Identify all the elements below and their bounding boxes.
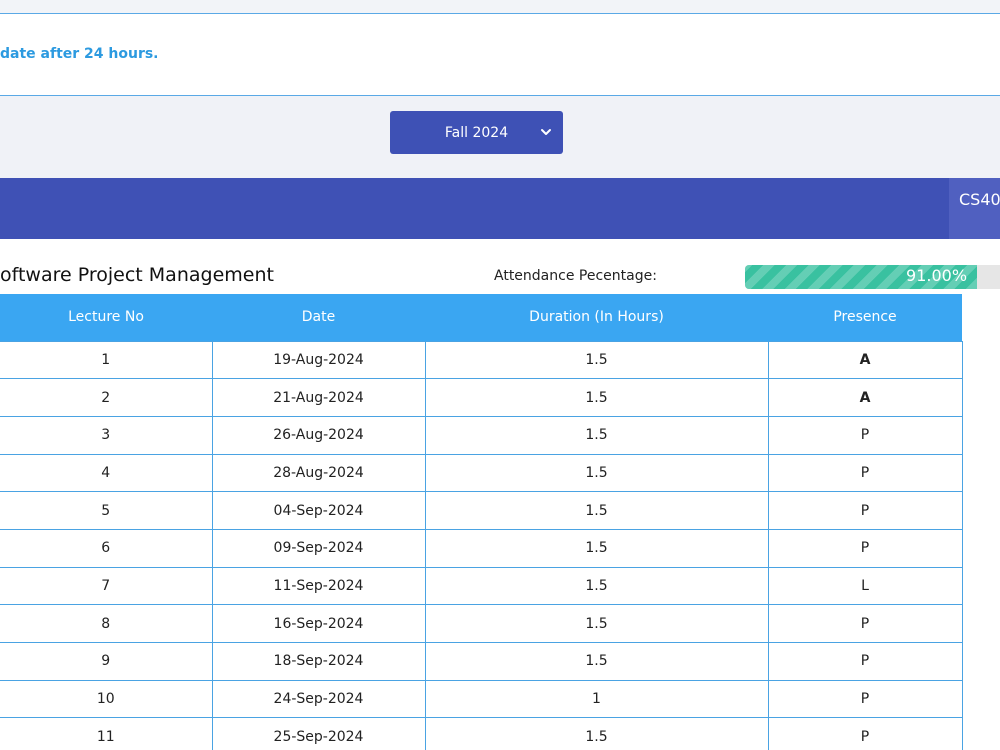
presence-cell: P bbox=[767, 528, 963, 568]
presence-cell: P bbox=[767, 491, 963, 530]
duration-cell: 1.5 bbox=[424, 491, 769, 530]
header-lecture-no: Lecture No bbox=[0, 294, 212, 341]
lecture-no-cell: 10 bbox=[0, 679, 213, 719]
date-cell: 28-Aug-2024 bbox=[211, 453, 426, 493]
duration-cell: 1.5 bbox=[424, 642, 769, 681]
date-cell: 24-Sep-2024 bbox=[211, 679, 426, 719]
date-cell: 25-Sep-2024 bbox=[211, 717, 426, 750]
course-title: oftware Project Management bbox=[0, 264, 274, 286]
presence-cell: P bbox=[767, 717, 963, 750]
duration-cell: 1 bbox=[424, 679, 769, 719]
attendance-label: Attendance Pecentage: bbox=[494, 268, 657, 284]
presence-cell: P bbox=[767, 679, 963, 719]
course-header: CS40 bbox=[0, 178, 1000, 239]
duration-cell: 1.5 bbox=[424, 528, 769, 568]
table-body: 1 19-Aug-2024 1.5 A 2 21-Aug-2024 1.5 A 3 26-Aug-… bbox=[0, 340, 963, 750]
table-row: 11 25-Sep-2024 1.5 P bbox=[0, 717, 963, 750]
duration-cell: 1.5 bbox=[424, 340, 769, 380]
semester-selected-value: Fall 2024 bbox=[444, 124, 509, 141]
duration-cell: 1.5 bbox=[424, 566, 769, 606]
table-row: 5 04-Sep-2024 1.5 P bbox=[0, 491, 963, 530]
attendance-percentage: 91.00% bbox=[906, 266, 968, 285]
presence-cell: P bbox=[767, 604, 963, 643]
table-row: 6 09-Sep-2024 1.5 P bbox=[0, 528, 963, 568]
lecture-no-cell: 6 bbox=[0, 528, 213, 568]
header-presence: Presence bbox=[768, 294, 962, 341]
notice-panel: date after 24 hours. bbox=[0, 14, 1000, 96]
table-row: 3 26-Aug-2024 1.5 P bbox=[0, 415, 963, 455]
attendance-progress-bar: 91.00% bbox=[745, 265, 1000, 289]
date-cell: 18-Sep-2024 bbox=[211, 642, 426, 681]
table-row: 2 21-Aug-2024 1.5 A bbox=[0, 378, 963, 417]
table-row: 8 16-Sep-2024 1.5 P bbox=[0, 604, 963, 643]
presence-cell: L bbox=[767, 566, 963, 606]
presence-cell: P bbox=[767, 415, 963, 455]
lecture-no-cell: 9 bbox=[0, 642, 213, 681]
lecture-no-cell: 2 bbox=[0, 378, 213, 417]
lecture-no-cell: 3 bbox=[0, 415, 213, 455]
duration-cell: 1.5 bbox=[424, 717, 769, 750]
date-cell: 19-Aug-2024 bbox=[211, 340, 426, 380]
lecture-no-cell: 1 bbox=[0, 340, 213, 380]
lecture-no-cell: 8 bbox=[0, 604, 213, 643]
duration-cell: 1.5 bbox=[424, 415, 769, 455]
notice-text: date after 24 hours. bbox=[0, 46, 159, 62]
table-row: 4 28-Aug-2024 1.5 P bbox=[0, 453, 963, 493]
duration-cell: 1.5 bbox=[424, 604, 769, 643]
top-strip bbox=[0, 0, 1000, 14]
lecture-no-cell: 11 bbox=[0, 717, 213, 750]
date-cell: 26-Aug-2024 bbox=[211, 415, 426, 455]
table-row: 10 24-Sep-2024 1 P bbox=[0, 679, 963, 719]
attendance-table: Lecture No Date Duration (In Hours) Pres… bbox=[0, 294, 963, 750]
duration-cell: 1.5 bbox=[424, 378, 769, 417]
semester-bar: Fall 2024 bbox=[0, 96, 1000, 178]
date-cell: 04-Sep-2024 bbox=[211, 491, 426, 530]
presence-cell: P bbox=[767, 453, 963, 493]
chevron-down-icon bbox=[541, 129, 551, 135]
date-cell: 16-Sep-2024 bbox=[211, 604, 426, 643]
lecture-no-cell: 4 bbox=[0, 453, 213, 493]
table-row: 9 18-Sep-2024 1.5 P bbox=[0, 642, 963, 681]
presence-cell: A bbox=[767, 340, 963, 380]
header-date: Date bbox=[212, 294, 425, 341]
attendance-progress-fill: 91.00% bbox=[745, 265, 978, 289]
header-duration: Duration (In Hours) bbox=[425, 294, 768, 341]
table-header-row: Lecture No Date Duration (In Hours) Pres… bbox=[0, 294, 962, 341]
date-cell: 09-Sep-2024 bbox=[211, 528, 426, 568]
course-tab[interactable]: CS40 bbox=[949, 178, 1000, 239]
table-row: 7 11-Sep-2024 1.5 L bbox=[0, 566, 963, 606]
table-row: 1 19-Aug-2024 1.5 A bbox=[0, 340, 963, 380]
lecture-no-cell: 5 bbox=[0, 491, 213, 530]
duration-cell: 1.5 bbox=[424, 453, 769, 493]
date-cell: 21-Aug-2024 bbox=[211, 378, 426, 417]
date-cell: 11-Sep-2024 bbox=[211, 566, 426, 606]
presence-cell: P bbox=[767, 642, 963, 681]
semester-select[interactable]: Fall 2024 bbox=[390, 111, 563, 154]
presence-cell: A bbox=[767, 378, 963, 417]
lecture-no-cell: 7 bbox=[0, 566, 213, 606]
